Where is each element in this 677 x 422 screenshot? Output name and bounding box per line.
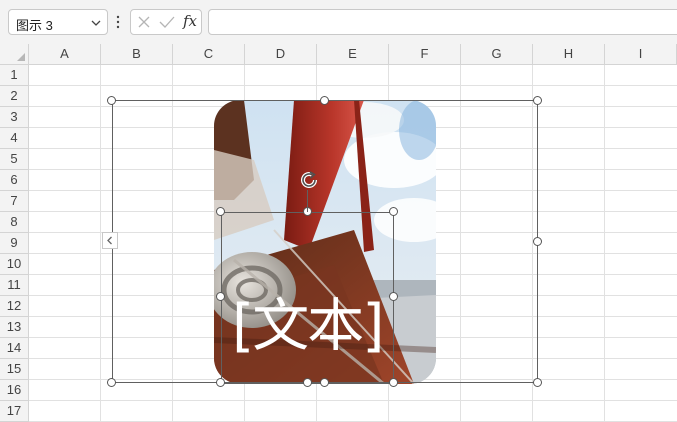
shape-handle-bottom[interactable] [303, 378, 312, 387]
grid-line [29, 400, 677, 401]
row-header-12[interactable]: 12 [0, 296, 29, 317]
grid-line [604, 65, 605, 422]
row-header-3[interactable]: 3 [0, 107, 29, 128]
formula-input[interactable] [208, 9, 677, 35]
insert-function-button[interactable]: fx [183, 12, 197, 30]
shape-handle-bottom-left[interactable] [216, 378, 225, 387]
check-icon[interactable] [159, 15, 175, 29]
resize-handle-top-left[interactable] [107, 96, 116, 105]
formula-bar: 图示 3 fx [0, 0, 677, 45]
column-header-e[interactable]: E [317, 44, 389, 65]
row-header-16[interactable]: 16 [0, 380, 29, 401]
row-header-14[interactable]: 14 [0, 338, 29, 359]
column-header-a[interactable]: A [29, 44, 101, 65]
column-header-d[interactable]: D [245, 44, 317, 65]
grid-line [29, 85, 677, 86]
row-header-5[interactable]: 5 [0, 149, 29, 170]
shape-handle-bottom-right[interactable] [389, 378, 398, 387]
name-box-value: 图示 3 [16, 18, 53, 33]
resize-handle-bottom-right[interactable] [533, 378, 542, 387]
rotate-icon[interactable] [298, 169, 320, 191]
shape-handle-top-left[interactable] [216, 207, 225, 216]
vertical-ellipsis-icon[interactable] [115, 14, 121, 30]
shape-handle-top-right[interactable] [389, 207, 398, 216]
text-pane-toggle-button[interactable] [102, 232, 118, 249]
shape-handle-left[interactable] [216, 292, 225, 301]
row-header-4[interactable]: 4 [0, 128, 29, 149]
grid-line [100, 65, 101, 422]
resize-handle-right[interactable] [533, 237, 542, 246]
name-box[interactable]: 图示 3 [8, 9, 108, 35]
row-header-9[interactable]: 9 [0, 233, 29, 254]
row-header-17[interactable]: 17 [0, 401, 29, 422]
x-icon[interactable] [137, 15, 151, 29]
row-header-11[interactable]: 11 [0, 275, 29, 296]
resize-handle-bottom-left[interactable] [107, 378, 116, 387]
row-header-1[interactable]: 1 [0, 65, 29, 86]
smartart-placeholder-text[interactable]: [文本] [232, 286, 402, 366]
select-all-corner[interactable] [0, 44, 29, 65]
resize-handle-top[interactable] [320, 96, 329, 105]
row-header-7[interactable]: 7 [0, 191, 29, 212]
column-header-h[interactable]: H [533, 44, 605, 65]
formula-buttons: fx [130, 9, 202, 35]
row-header-8[interactable]: 8 [0, 212, 29, 233]
column-header-c[interactable]: C [173, 44, 245, 65]
chevron-down-icon[interactable] [90, 17, 102, 29]
row-header-2[interactable]: 2 [0, 86, 29, 107]
row-header-10[interactable]: 10 [0, 254, 29, 275]
select-all-triangle-icon [17, 53, 25, 61]
resize-handle-top-right[interactable] [533, 96, 542, 105]
chevron-left-icon [107, 236, 112, 245]
row-header-13[interactable]: 13 [0, 317, 29, 338]
row-header-15[interactable]: 15 [0, 359, 29, 380]
rotate-stem [307, 190, 308, 212]
resize-handle-bottom[interactable] [320, 378, 329, 387]
column-header-i[interactable]: I [605, 44, 677, 65]
row-header-6[interactable]: 6 [0, 170, 29, 191]
column-header-f[interactable]: F [389, 44, 461, 65]
column-header-b[interactable]: B [101, 44, 173, 65]
column-header-g[interactable]: G [461, 44, 533, 65]
